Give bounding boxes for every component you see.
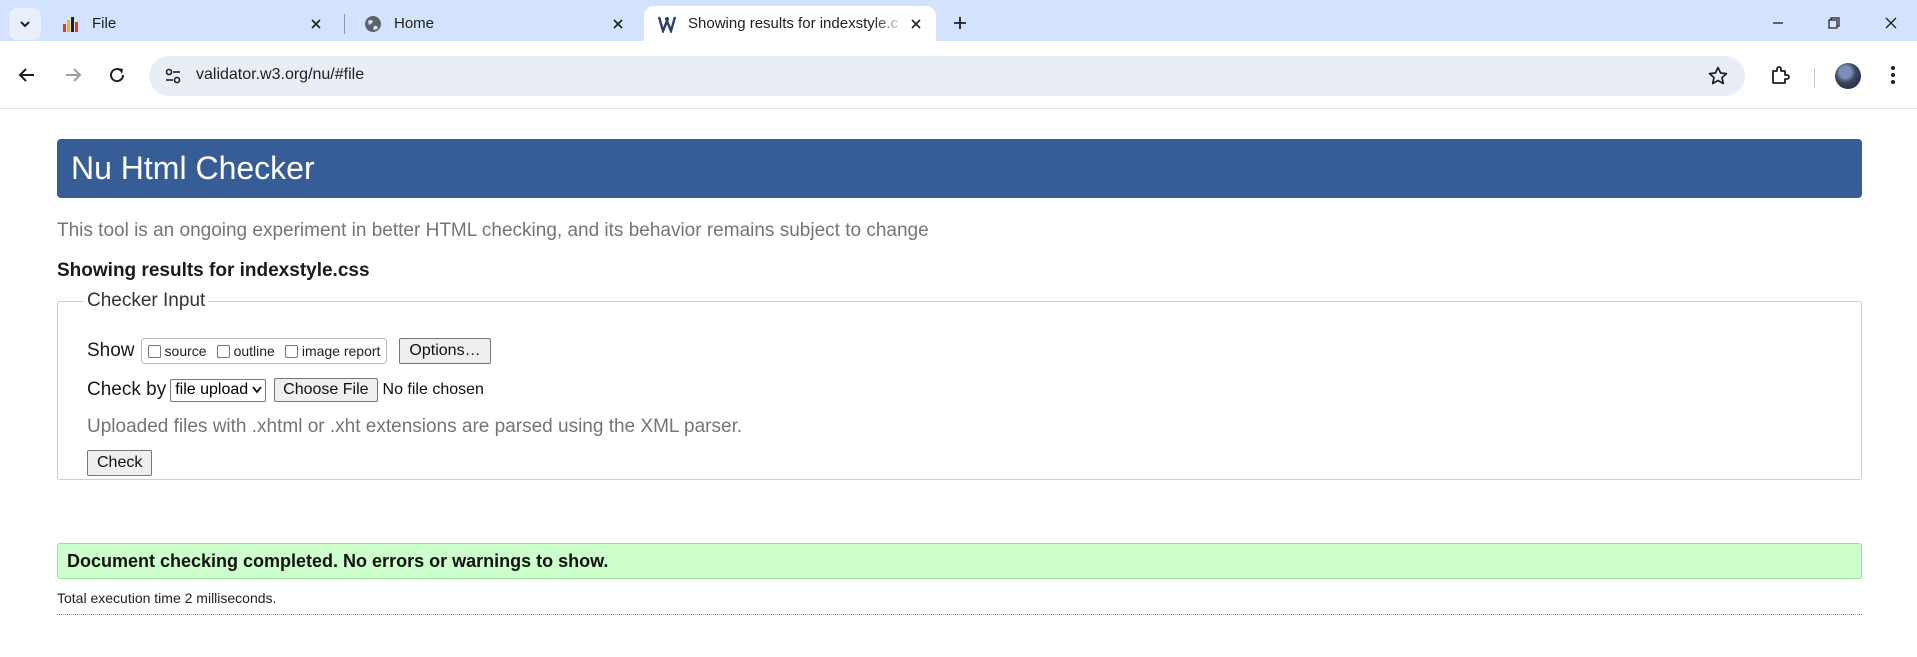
check-by-label: Check by — [87, 379, 167, 400]
chevron-down-icon — [20, 21, 30, 28]
check-by-select[interactable]: file upload — [170, 378, 267, 402]
url-text[interactable]: validator.w3.org/nu/#file — [196, 66, 364, 84]
close-icon — [1885, 17, 1897, 29]
reload-icon — [110, 68, 125, 83]
tab-label: Home — [394, 15, 435, 32]
results-heading: Showing results for indexstyle.css — [57, 260, 370, 281]
page-subtitle: This tool is an ongoing experiment in be… — [57, 220, 929, 241]
show-outline-option[interactable]: outline — [216, 343, 275, 359]
star-icon[interactable] — [1707, 65, 1729, 87]
minimize-button[interactable] — [1766, 11, 1790, 35]
option-label: source — [164, 343, 207, 359]
more-vert-icon — [1891, 66, 1895, 84]
show-label: Show — [87, 340, 135, 361]
show-image-report-option[interactable]: image report — [284, 343, 381, 359]
arrow-left-icon — [18, 68, 34, 82]
tab-file[interactable]: File — [48, 6, 336, 41]
minimize-icon — [1773, 22, 1783, 24]
no-file-text: No file chosen — [382, 381, 484, 398]
choose-file-button[interactable]: Choose File — [274, 378, 378, 402]
close-icon[interactable] — [306, 14, 326, 34]
menu-button[interactable] — [1880, 62, 1906, 88]
address-bar[interactable]: validator.w3.org/nu/#file — [149, 56, 1745, 96]
checker-input-legend: Checker Input — [87, 290, 206, 311]
restore-icon — [1828, 17, 1840, 29]
page-content: Nu Html Checker This tool is an ongoing … — [57, 139, 1862, 615]
arrow-right-icon — [66, 68, 82, 82]
success-message: Document checking completed. No errors o… — [57, 543, 1862, 579]
w3c-validator-favicon — [658, 15, 676, 33]
divider — [57, 614, 1862, 615]
browser-toolbar: validator.w3.org/nu/#file — [0, 41, 1917, 109]
tab-search-button[interactable] — [9, 8, 41, 40]
tab-validator-results[interactable]: Showing results for indexstyle.c — [644, 6, 936, 41]
option-label: image report — [301, 343, 381, 359]
check-by-row: Check by file upload Choose File No file… — [87, 378, 1833, 402]
close-icon[interactable] — [608, 14, 628, 34]
close-icon[interactable] — [906, 14, 926, 34]
show-row: Show source outline image report Options… — [87, 338, 1833, 364]
check-by-selected: file upload — [175, 381, 249, 398]
image-report-checkbox[interactable] — [284, 344, 298, 358]
back-button[interactable] — [13, 61, 41, 89]
site-info-icon[interactable] — [163, 66, 183, 86]
source-checkbox[interactable] — [147, 344, 161, 358]
globe-icon — [364, 15, 382, 33]
show-options: source outline image report — [140, 338, 388, 364]
forward-button[interactable] — [59, 61, 87, 89]
restore-button[interactable] — [1822, 11, 1846, 35]
option-label: outline — [233, 343, 275, 359]
show-source-option[interactable]: source — [147, 343, 207, 359]
execution-time: Total execution time 2 milliseconds. — [57, 590, 277, 606]
chevron-down-icon — [252, 386, 262, 394]
new-tab-button[interactable] — [948, 11, 972, 35]
extensions-button[interactable] — [1767, 62, 1793, 88]
tab-separator — [344, 14, 345, 34]
xml-parser-note: Uploaded files with .xhtml or .xht exten… — [87, 416, 743, 437]
tab-home[interactable]: Home — [350, 6, 638, 41]
tab-strip: File Home Showing results for indexstyle… — [0, 0, 1917, 41]
bar-chart-favicon — [62, 15, 80, 33]
outline-checkbox[interactable] — [216, 344, 230, 358]
reload-button[interactable] — [103, 61, 131, 89]
toolbar-separator — [1814, 68, 1815, 88]
options-button[interactable]: Options… — [399, 338, 491, 364]
window-close-button[interactable] — [1879, 11, 1903, 35]
checker-input-fieldset: Checker Input Show source outline image … — [57, 290, 1862, 480]
plus-icon — [954, 17, 966, 29]
avatar[interactable] — [1835, 63, 1861, 89]
check-button[interactable]: Check — [87, 450, 153, 476]
tab-label: Showing results for indexstyle.c — [688, 15, 899, 32]
tab-label: File — [92, 15, 117, 32]
puzzle-icon — [1772, 66, 1790, 84]
page-title: Nu Html Checker — [57, 139, 1862, 198]
